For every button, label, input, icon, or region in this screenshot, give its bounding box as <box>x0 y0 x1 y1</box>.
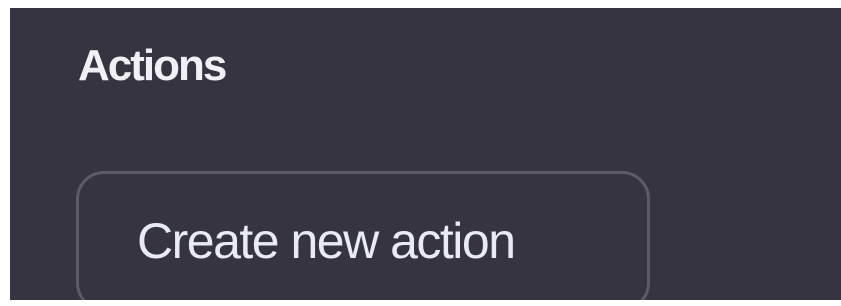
actions-panel: Actions Create new action <box>10 8 841 300</box>
create-new-action-button-label: Create new action <box>137 213 516 269</box>
actions-section-title: Actions <box>78 41 227 90</box>
create-new-action-button[interactable]: Create new action <box>76 171 650 300</box>
